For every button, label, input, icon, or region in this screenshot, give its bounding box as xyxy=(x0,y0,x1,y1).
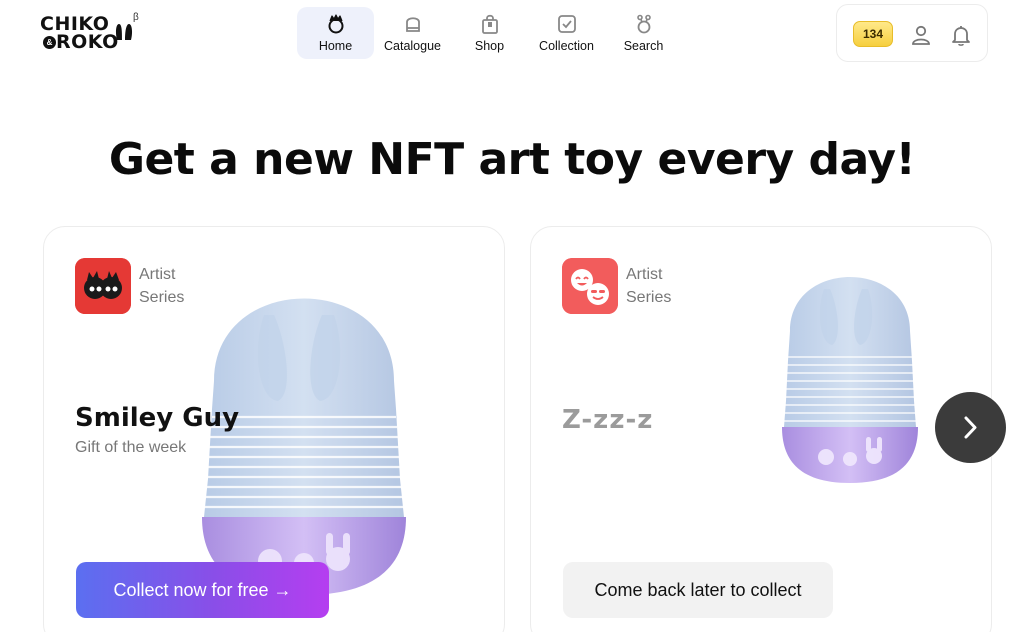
smiley-avatar-icon xyxy=(562,258,618,314)
series-label-line1: Artist xyxy=(626,266,663,283)
nav-item-catalogue[interactable]: Catalogue xyxy=(374,7,451,59)
nav-label-search: Search xyxy=(623,39,664,53)
toy-image xyxy=(202,298,406,595)
bunny-ears-icon xyxy=(115,24,133,40)
collection-check-icon xyxy=(557,15,576,33)
coin-balance-badge[interactable]: 134 xyxy=(853,21,893,47)
shop-bag-icon xyxy=(481,14,498,34)
brand-logo[interactable]: CHIKO & ROKO β xyxy=(40,12,150,54)
nav-item-collection[interactable]: Collection xyxy=(528,7,605,59)
toy-name: Smiley Guy xyxy=(75,403,240,433)
series-label-line1: Artist xyxy=(139,266,176,283)
series-label: Artist Series xyxy=(626,263,696,309)
home-icon xyxy=(328,14,343,34)
beta-badge: β xyxy=(133,12,139,23)
toy-card-active: Artist Series Smiley Guy Gift of the wee… xyxy=(43,226,505,632)
toy-image xyxy=(782,277,918,483)
nav-item-home[interactable]: Home xyxy=(297,7,374,59)
nav-item-shop[interactable]: Shop xyxy=(451,7,528,59)
user-icon[interactable] xyxy=(909,23,933,47)
come-back-later-button[interactable]: Come back later to collect xyxy=(563,562,833,618)
logo-ampersand: & xyxy=(43,36,56,49)
search-icon xyxy=(636,14,651,34)
artist-avatar-icon xyxy=(75,258,131,314)
carousel-next-button[interactable] xyxy=(935,392,1006,463)
page-title: Get a new NFT art toy every day! xyxy=(108,134,916,185)
logo-text-line2: ROKO xyxy=(56,31,119,53)
series-label-line2: Series xyxy=(626,289,672,306)
sleep-status-text: Z-zz-z xyxy=(562,405,654,435)
nav-item-search[interactable]: Search xyxy=(605,7,682,59)
collect-now-button[interactable]: Collect now for free → xyxy=(76,562,329,618)
nav-label-collection: Collection xyxy=(539,39,594,53)
nav-label-shop: Shop xyxy=(474,39,505,53)
catalogue-icon xyxy=(405,17,420,32)
nav-label-catalogue: Catalogue xyxy=(384,39,441,53)
toy-subtitle: Gift of the week xyxy=(75,439,187,456)
bell-icon[interactable] xyxy=(949,23,973,47)
chevron-right-icon xyxy=(964,416,977,439)
toy-card-upcoming: Artist Series Z-zz-z Come back later to … xyxy=(530,226,992,632)
user-panel: 134 xyxy=(836,4,988,62)
nav-label-home: Home xyxy=(318,39,353,53)
main-nav: Home Catalogue Shop Collection Search xyxy=(297,7,682,59)
